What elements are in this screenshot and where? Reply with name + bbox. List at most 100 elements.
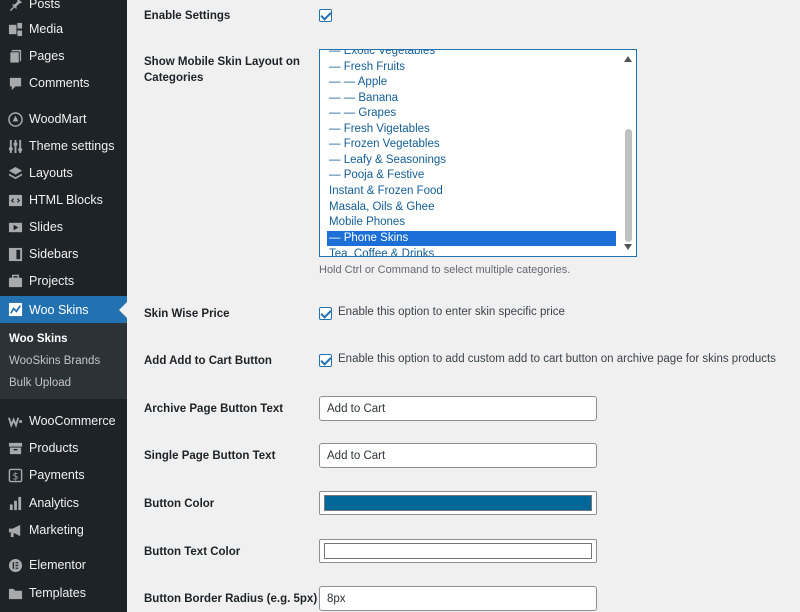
sidebar-item-payments[interactable]: $ Payments: [0, 462, 127, 488]
sidebar-item-label: Layouts: [29, 166, 73, 180]
sliders-icon: [7, 138, 23, 154]
chart-icon: [7, 302, 23, 318]
skin-wise-price-checkbox[interactable]: [319, 307, 332, 320]
sidebar-item-layouts[interactable]: Layouts: [0, 160, 127, 186]
single-button-text-input[interactable]: [319, 443, 597, 468]
archive-icon: [7, 440, 23, 456]
category-option[interactable]: Masala, Oils & Ghee: [327, 200, 616, 215]
sidebar-item-label: Marketing: [29, 523, 84, 537]
pin-icon: [7, 0, 23, 12]
button-color-label: Button Color: [144, 498, 215, 510]
sidebar-item-label: Pages: [29, 49, 65, 63]
sidebar-item-label: WooCommerce: [29, 414, 116, 428]
sidebar-item-label: Comments: [29, 76, 90, 90]
category-option[interactable]: Tea, Coffee & Drinks: [327, 247, 616, 256]
sidebar-item-analytics[interactable]: Analytics: [0, 490, 127, 516]
add-to-cart-checkbox[interactable]: [319, 354, 332, 367]
sidebar-item-woo-skins[interactable]: Woo Skins: [0, 296, 127, 323]
add-to-cart-description: Enable this option to add custom add to …: [338, 353, 776, 365]
layers-icon: [7, 165, 23, 181]
sidebar-item-elementor[interactable]: Elementor: [0, 552, 127, 578]
category-option[interactable]: — Fresh Vigetables: [327, 122, 616, 137]
sidebar-item-label: Templates: [29, 586, 86, 600]
sidebar-item-label: Sidebars: [29, 247, 79, 261]
sidebar-item-products[interactable]: Products: [0, 435, 127, 461]
category-option[interactable]: — Fresh Fruits: [327, 60, 616, 75]
media-icon: [7, 21, 23, 37]
pages-icon: [7, 48, 23, 64]
sidebar-item-html-blocks[interactable]: HTML Blocks: [0, 187, 127, 213]
button-text-color-picker[interactable]: [319, 539, 597, 563]
sidebar-item-woodmart[interactable]: WoodMart: [0, 106, 127, 132]
skin-wise-price-label: Skin Wise Price: [144, 308, 230, 320]
megaphone-icon: [7, 522, 23, 538]
scroll-down-arrow-icon[interactable]: [624, 244, 632, 250]
sidebar-item-label: Elementor: [29, 558, 86, 572]
sidebar-item-label: Payments: [29, 468, 85, 482]
sidebar-item-label: Theme settings: [29, 139, 115, 153]
button-border-radius-label: Button Border Radius (e.g. 5px): [144, 593, 318, 605]
briefcase-icon: [7, 273, 23, 289]
sidebar-item-woocommerce[interactable]: WooCommerce: [0, 408, 127, 434]
category-option[interactable]: — Pooja & Festive: [327, 168, 616, 183]
sidebar-item-theme-settings[interactable]: Theme settings: [0, 133, 127, 159]
sidebar-item-label: Woo Skins: [29, 302, 89, 317]
elementor-icon: [7, 557, 23, 573]
sidebar-item-media[interactable]: Media: [0, 16, 127, 42]
show-mobile-skin-label: Show Mobile Skin Layout on Categories: [144, 56, 300, 84]
submenu-item-wooskins-brands[interactable]: WooSkins Brands: [9, 355, 100, 367]
category-option-selected[interactable]: — Phone Skins: [327, 231, 616, 246]
slides-icon: [7, 219, 23, 235]
multiselect-hint: Hold Ctrl or Command to select multiple …: [319, 264, 571, 276]
category-option[interactable]: — Frozen Vegetables: [327, 137, 616, 152]
scroll-up-arrow-icon[interactable]: [624, 56, 632, 62]
category-option[interactable]: — — Apple: [327, 75, 616, 90]
woocommerce-icon: [7, 413, 23, 429]
category-option[interactable]: — Exotic Vegetables: [327, 50, 616, 59]
sidebar-item-templates[interactable]: Templates: [0, 580, 127, 606]
sidebar-item-sidebars[interactable]: Sidebars: [0, 241, 127, 267]
category-option[interactable]: — — Grapes: [327, 106, 616, 121]
add-to-cart-label: Add Add to Cart Button: [144, 355, 272, 367]
enable-settings-label: Enable Settings: [144, 10, 231, 22]
sidebar-item-posts[interactable]: Posts: [0, 0, 127, 17]
sidebar-item-marketing[interactable]: Marketing: [0, 517, 127, 543]
submenu-item-bulk-upload[interactable]: Bulk Upload: [9, 377, 71, 389]
sidebar-item-label: Slides: [29, 220, 64, 234]
button-color-picker[interactable]: [319, 491, 597, 515]
admin-sidebar: Posts Media Pages Comments WoodMart Them…: [0, 0, 127, 612]
single-button-text-label: Single Page Button Text: [144, 450, 276, 462]
button-text-color-swatch: [324, 543, 592, 559]
sidebar-item-label: Posts: [29, 0, 61, 11]
sidebar-item-projects[interactable]: Projects: [0, 268, 127, 294]
category-option[interactable]: Instant & Frozen Food: [327, 184, 616, 199]
category-option[interactable]: Mobile Phones: [327, 215, 616, 230]
category-scrollbar[interactable]: [621, 51, 635, 255]
scrollbar-thumb[interactable]: [625, 129, 632, 242]
payments-icon: $: [7, 467, 23, 483]
category-multiselect[interactable]: — Exotic Vegetables — Fresh Fruits — — A…: [319, 49, 637, 257]
category-option[interactable]: — — Banana: [327, 91, 616, 106]
skin-wise-price-description: Enable this option to enter skin specifi…: [338, 306, 565, 318]
sidebar-item-label: Media: [29, 22, 64, 36]
sidebar-item-pages[interactable]: Pages: [0, 43, 127, 69]
sidebar-item-label: HTML Blocks: [29, 193, 103, 207]
enable-settings-checkbox[interactable]: [319, 9, 332, 22]
bar-chart-icon: [7, 495, 23, 511]
comments-icon: [7, 75, 23, 91]
woo-skins-submenu: Woo Skins WooSkins Brands Bulk Upload: [0, 323, 127, 399]
button-text-color-label: Button Text Color: [144, 546, 241, 558]
settings-form: Enable Settings Show Mobile Skin Layout …: [127, 0, 800, 612]
html-block-icon: [7, 192, 23, 208]
sidebar-item-slides[interactable]: Slides: [0, 214, 127, 240]
submenu-item-woo-skins[interactable]: Woo Skins: [9, 333, 68, 345]
woodmart-icon: [7, 111, 23, 127]
archive-button-text-input[interactable]: [319, 396, 597, 421]
category-option[interactable]: — Leafy & Seasonings: [327, 153, 616, 168]
sidebar-icon: [7, 246, 23, 262]
sidebar-item-label: Projects: [29, 274, 75, 288]
archive-button-text-label: Archive Page Button Text: [144, 403, 284, 415]
button-border-radius-input[interactable]: [319, 586, 597, 611]
sidebar-item-comments[interactable]: Comments: [0, 70, 127, 96]
svg-text:$: $: [12, 471, 18, 482]
